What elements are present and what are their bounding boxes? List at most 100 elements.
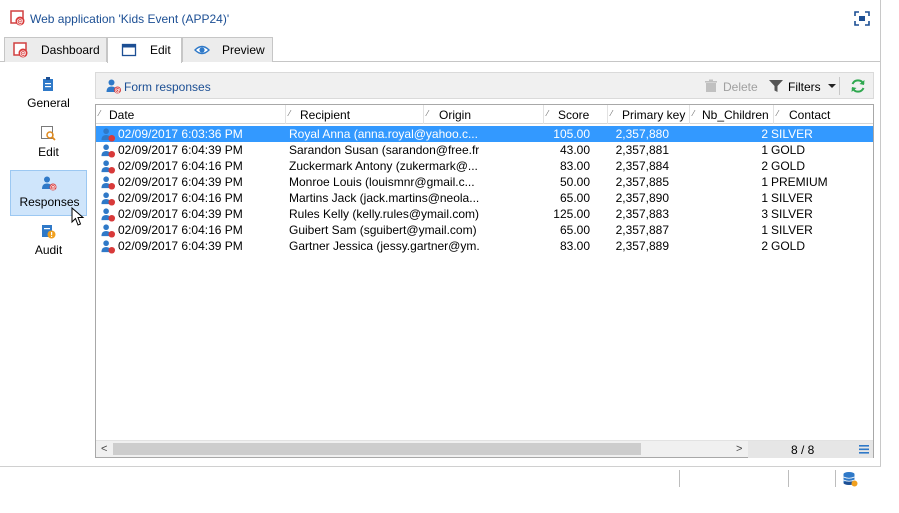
status-divider xyxy=(679,470,680,487)
cell-recipient: Zuckermark Antony (zukermark@... xyxy=(289,159,478,173)
edit-search-icon xyxy=(41,126,56,141)
fullscreen-icon[interactable] xyxy=(854,11,870,26)
column-header-date[interactable]: ⁄ Date xyxy=(96,105,286,124)
cell-contact: GOLD xyxy=(771,239,806,253)
scroll-thumb[interactable] xyxy=(113,443,641,455)
scroll-left-button[interactable]: < xyxy=(101,443,107,455)
user-at-icon xyxy=(101,240,116,254)
sidebar-item-general[interactable]: General xyxy=(10,72,87,118)
status-divider xyxy=(835,470,836,487)
cell-date: 02/09/2017 6:04:39 PM xyxy=(118,239,243,253)
cell-primary-key: 2,357,881 xyxy=(615,143,669,157)
cell-date: 02/09/2017 6:04:16 PM xyxy=(118,191,243,205)
table-row[interactable]: 02/09/2017 6:04:39 PM Sarandon Susan (sa… xyxy=(96,142,873,158)
column-header-origin[interactable]: ⁄ Origin xyxy=(424,105,544,124)
table-row[interactable]: 02/09/2017 6:03:36 PM Royal Anna (anna.r… xyxy=(96,126,873,142)
title-bar: @ Web application 'Kids Event (APP24)' xyxy=(0,0,880,37)
column-header-recipient[interactable]: ⁄ Recipient xyxy=(286,105,424,124)
cell-recipient: Royal Anna (anna.royal@yahoo.c... xyxy=(289,127,478,141)
cell-recipient: Gartner Jessica (jessy.gartner@ym... xyxy=(289,239,479,253)
cell-contact: GOLD xyxy=(771,143,806,157)
horizontal-scrollbar[interactable]: < > 8 / 8 xyxy=(96,440,873,458)
audit-icon xyxy=(42,225,56,239)
record-count: 8 / 8 xyxy=(791,443,815,457)
window-title: Web application 'Kids Event (APP24)' xyxy=(30,12,230,26)
table-row[interactable]: 02/09/2017 6:04:16 PM Martins Jack (jack… xyxy=(96,190,873,206)
filters-button[interactable]: Filters xyxy=(788,80,821,94)
cell-primary-key: 2,357,885 xyxy=(615,175,669,189)
sidebar: General Edit @ Responses Audit xyxy=(0,62,94,462)
cell-recipient: Guibert Sam (sguibert@ymail.com) xyxy=(289,223,477,237)
status-bar xyxy=(0,466,881,490)
sidebar-item-label: Edit xyxy=(38,145,59,159)
refresh-icon[interactable] xyxy=(850,78,866,94)
cell-primary-key: 2,357,890 xyxy=(615,191,669,205)
sidebar-item-edit[interactable]: Edit xyxy=(10,121,87,167)
status-divider xyxy=(788,470,789,487)
sidebar-item-responses[interactable]: @ Responses xyxy=(10,170,87,226)
edit-window-icon xyxy=(121,43,137,57)
web-app-icon: @ xyxy=(10,10,25,26)
tab-dashboard[interactable]: @ Dashboard xyxy=(4,37,107,62)
table-row[interactable]: 02/09/2017 6:04:16 PM Guibert Sam (sguib… xyxy=(96,222,873,238)
responses-table: ⁄ Date ⁄ Recipient ⁄ Origin ⁄ Score ⁄ Pr… xyxy=(95,104,874,458)
tab-preview[interactable]: Preview xyxy=(182,37,273,62)
table-row[interactable]: 02/09/2017 6:04:39 PM Gartner Jessica (j… xyxy=(96,238,873,254)
cell-contact: SILVER xyxy=(771,207,813,221)
cell-contact: GOLD xyxy=(771,159,806,173)
cell-nb-children: 3 xyxy=(761,207,768,221)
user-at-icon xyxy=(101,224,116,238)
cell-score: 65.00 xyxy=(559,191,590,205)
trash-icon xyxy=(705,79,717,92)
cell-nb-children: 1 xyxy=(761,175,768,189)
cell-date: 02/09/2017 6:03:36 PM xyxy=(118,127,243,141)
cell-primary-key: 2,357,880 xyxy=(615,127,669,141)
sidebar-item-audit[interactable]: Audit xyxy=(10,219,87,265)
user-at-icon: @ xyxy=(106,79,121,94)
cell-nb-children: 1 xyxy=(761,143,768,157)
table-row[interactable]: 02/09/2017 6:04:39 PM Monroe Louis (loui… xyxy=(96,174,873,190)
list-menu-icon[interactable] xyxy=(859,445,869,454)
cell-date: 02/09/2017 6:04:16 PM xyxy=(118,223,243,237)
cell-recipient: Martins Jack (jack.martins@neola... xyxy=(289,191,479,205)
user-at-icon xyxy=(101,208,116,222)
cell-recipient: Monroe Louis (louismnr@gmail.c... xyxy=(289,175,475,189)
tab-label: Edit xyxy=(150,43,171,57)
svg-text:@: @ xyxy=(50,184,56,191)
cell-nb-children: 1 xyxy=(761,223,768,237)
cell-score: 83.00 xyxy=(559,239,590,253)
column-header-nb-children[interactable]: ⁄ Nb_Children xyxy=(690,105,774,124)
record-count-area: 8 / 8 xyxy=(748,441,873,458)
cell-primary-key: 2,357,883 xyxy=(615,207,669,221)
form-responses-panel: @ Form responses Delete Filters ⁄ Date ⁄… xyxy=(95,72,874,458)
tab-label: Preview xyxy=(222,43,265,57)
cell-primary-key: 2,357,887 xyxy=(615,223,669,237)
scroll-right-button[interactable]: > xyxy=(736,443,742,455)
svg-text:@: @ xyxy=(17,18,24,26)
eye-icon xyxy=(194,45,210,55)
chevron-down-icon[interactable] xyxy=(828,84,836,88)
cell-nb-children: 2 xyxy=(761,159,768,173)
user-at-icon xyxy=(101,128,116,142)
cell-contact: SILVER xyxy=(771,191,813,205)
user-at-icon: @ xyxy=(42,176,57,191)
svg-text:@: @ xyxy=(115,87,121,94)
table-row[interactable]: 02/09/2017 6:04:16 PM Zuckermark Antony … xyxy=(96,158,873,174)
column-header-contact[interactable]: ⁄ Contact xyxy=(774,105,873,124)
tab-edit[interactable]: Edit xyxy=(107,37,182,63)
table-header: ⁄ Date ⁄ Recipient ⁄ Origin ⁄ Score ⁄ Pr… xyxy=(96,105,873,124)
cell-nb-children: 1 xyxy=(761,191,768,205)
cell-primary-key: 2,357,884 xyxy=(615,159,669,173)
cell-primary-key: 2,357,889 xyxy=(615,239,669,253)
funnel-icon xyxy=(769,80,783,92)
table-row[interactable]: 02/09/2017 6:04:39 PM Rules Kelly (kelly… xyxy=(96,206,873,222)
svg-text:@: @ xyxy=(20,50,27,58)
delete-button[interactable]: Delete xyxy=(723,80,758,94)
database-icon[interactable] xyxy=(842,471,858,487)
user-at-icon xyxy=(101,176,116,190)
cell-score: 125.00 xyxy=(553,207,590,221)
column-header-score[interactable]: ⁄ Score xyxy=(544,105,608,124)
cell-score: 43.00 xyxy=(559,143,590,157)
column-header-primary-key[interactable]: ⁄ Primary key xyxy=(608,105,690,124)
dashboard-icon: @ xyxy=(13,42,28,58)
